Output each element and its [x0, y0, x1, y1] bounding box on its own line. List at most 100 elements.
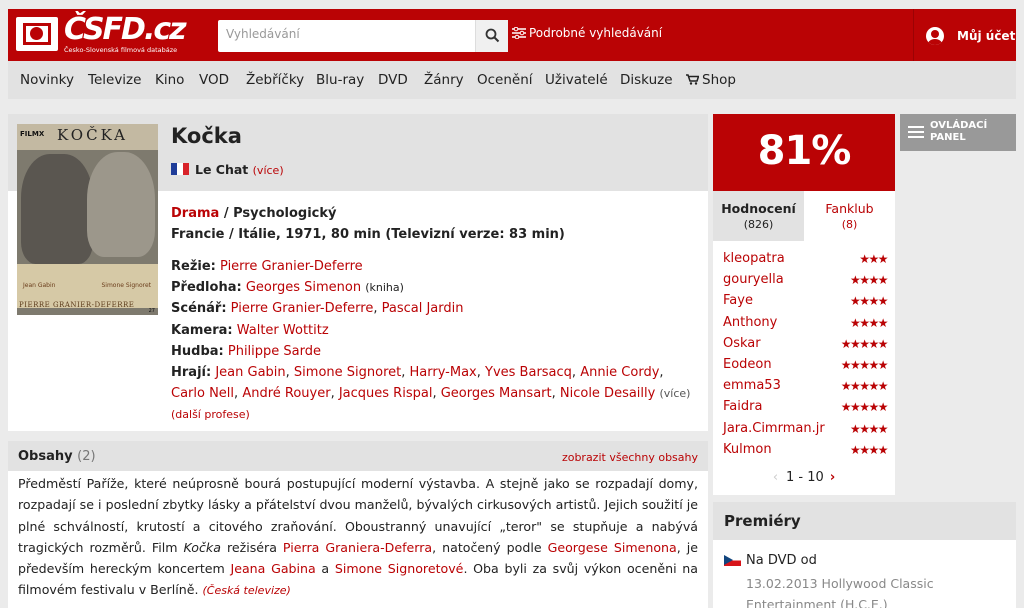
- cast-link[interactable]: Harry-Max: [410, 365, 477, 380]
- list-item: Kulmon ★★★★: [723, 440, 889, 461]
- cast-link[interactable]: Georges Mansart: [441, 386, 552, 401]
- user-link[interactable]: Jara.Cimrman.jr: [723, 421, 825, 436]
- plot-text: Předměstí Paříže, které neúprosně bourá …: [18, 476, 698, 598]
- premieres-box: Premiéry Na DVD od 13.02.2013 Hollywood …: [713, 502, 1016, 608]
- user-link[interactable]: gouryella: [723, 272, 784, 287]
- rating-value: 81%: [757, 128, 852, 174]
- chevron-right-icon[interactable]: ›: [830, 470, 835, 485]
- stars: ★★★★: [849, 421, 889, 436]
- plot-link[interactable]: Georgese Simenona: [548, 540, 677, 555]
- plot-link[interactable]: Pierra Graniera-Deferra: [283, 540, 432, 555]
- nav-item-vod[interactable]: VOD: [199, 72, 229, 88]
- film-title: Kočka: [171, 124, 242, 148]
- tab-ratings[interactable]: Hodnocení (826): [713, 191, 804, 241]
- list-item: kleopatra ★★★: [723, 249, 888, 270]
- cast-more-link[interactable]: (více): [659, 387, 690, 400]
- nav-item-zebricky[interactable]: Žebříčky: [246, 72, 304, 88]
- rating-box: 81% Hodnocení (826) Fanklub (8) kleopatra ★…: [713, 114, 895, 495]
- cast-link[interactable]: Jacques Rispal: [339, 386, 433, 401]
- list-item: gouryella ★★★★: [723, 270, 889, 291]
- crew-link[interactable]: Walter Wottitz: [237, 323, 329, 338]
- user-link[interactable]: Eodeon: [723, 357, 772, 372]
- film-origin: Francie / Itálie, 1971, 80 min (Televizn…: [171, 227, 565, 242]
- nav-item-novinky[interactable]: Novinky: [20, 72, 74, 88]
- menu-icon: [908, 126, 924, 138]
- cast-link[interactable]: Yves Barsacq: [485, 365, 572, 380]
- original-more-link[interactable]: (více): [253, 164, 284, 177]
- nav-item-uzivatele[interactable]: Uživatelé: [545, 72, 608, 88]
- user-link[interactable]: Anthony: [723, 315, 777, 330]
- list-item: emma53 ★★★★★: [723, 376, 889, 397]
- nav-item-dvd[interactable]: DVD: [378, 72, 408, 88]
- search-icon: [485, 28, 500, 43]
- account-button[interactable]: Můj účet: [913, 9, 1016, 61]
- film-info-box: FILMX KOČKA Jean Gabin Simone Signoret PI…: [8, 114, 708, 431]
- nav-item-televize[interactable]: Televize: [88, 72, 141, 88]
- stars: ★★★★: [849, 294, 889, 309]
- main-nav: Novinky Televize Kino VOD Žebříčky Blu-r…: [8, 61, 1016, 99]
- more-professions-link[interactable]: (další profese): [171, 408, 250, 421]
- ratings-pager: ‹ 1 - 10 ›: [772, 470, 836, 485]
- list-item: Faye ★★★★: [723, 291, 889, 312]
- plot-box: Obsahy (2) zobrazit všechny obsahy Předm…: [8, 441, 708, 608]
- user-link[interactable]: kleopatra: [723, 251, 785, 266]
- nav-item-zanry[interactable]: Žánry: [424, 72, 464, 88]
- stars: ★★★★: [849, 273, 889, 288]
- crew-link[interactable]: Pierre Granier-Deferre: [220, 259, 363, 274]
- user-icon: [926, 27, 944, 45]
- stars: ★★★★★: [840, 336, 889, 351]
- user-link[interactable]: emma53: [723, 378, 781, 393]
- tab-fanclub[interactable]: Fanklub (8): [804, 191, 895, 241]
- crew-link[interactable]: Pascal Jardin: [382, 301, 464, 316]
- search-button[interactable]: [475, 20, 508, 52]
- plot-link[interactable]: Jeana Gabina: [230, 561, 315, 576]
- cast-link[interactable]: Carlo Nell: [171, 386, 234, 401]
- control-panel-button[interactable]: OVLÁDACÍ PANEL: [900, 114, 1016, 151]
- crew-link[interactable]: Georges Simenon: [246, 280, 361, 295]
- cart-icon: [686, 74, 700, 85]
- user-link[interactable]: Faidra: [723, 399, 762, 414]
- czech-flag-icon: [724, 555, 741, 566]
- user-link[interactable]: Faye: [723, 293, 753, 308]
- stars: ★★★★★: [840, 379, 889, 394]
- cast-link[interactable]: Nicole Desailly: [560, 386, 655, 401]
- user-link[interactable]: Kulmon: [723, 442, 772, 457]
- plot-link[interactable]: Simone Signoretové: [335, 561, 464, 576]
- nav-item-bluray[interactable]: Blu-ray: [316, 72, 364, 88]
- chevron-left-icon[interactable]: ‹: [773, 470, 778, 485]
- plot-source-link[interactable]: (Česká televize): [202, 584, 290, 597]
- list-item: Eodeon ★★★★★: [723, 355, 889, 376]
- user-ratings-list: kleopatra ★★★ gouryella ★★★★ Faye ★★★★ Anth…: [723, 249, 889, 461]
- show-all-plots-link[interactable]: zobrazit všechny obsahy: [562, 451, 698, 464]
- crew-link[interactable]: Philippe Sarde: [228, 344, 321, 359]
- cast-link[interactable]: André Rouyer: [242, 386, 330, 401]
- list-item: Anthony ★★★★: [723, 313, 889, 334]
- stars: ★★★: [859, 252, 888, 266]
- crew-link[interactable]: Pierre Granier-Deferre: [231, 301, 374, 316]
- crew-list: Režie: Pierre Granier-Deferre Předloha: …: [171, 259, 691, 422]
- list-item: Oskar ★★★★★: [723, 334, 889, 355]
- list-item: Faidra ★★★★★: [723, 397, 889, 418]
- header-bar: ČSFD.cz Česko-Slovenská filmová databáze…: [8, 9, 1016, 61]
- cast-link[interactable]: Jean Gabin: [215, 365, 285, 380]
- film-poster[interactable]: FILMX KOČKA Jean Gabin Simone Signoret PI…: [17, 124, 158, 315]
- site-logo[interactable]: ČSFD.cz Česko-Slovenská filmová databáze: [16, 12, 187, 56]
- genre-drama-link[interactable]: Drama: [171, 206, 219, 221]
- cast-link[interactable]: Annie Cordy: [580, 365, 659, 380]
- nav-item-oceneni[interactable]: Ocenění: [477, 72, 533, 88]
- stars: ★★★★: [849, 315, 889, 330]
- advanced-search-link[interactable]: Podrobné vyhledávání: [512, 26, 662, 40]
- film-icon: [16, 17, 58, 51]
- sliders-icon: [512, 26, 526, 40]
- nav-item-kino[interactable]: Kino: [155, 72, 184, 88]
- nav-item-shop[interactable]: Shop: [686, 72, 736, 88]
- list-item: Jara.Cimrman.jr ★★★★: [723, 419, 889, 440]
- plot-title: Obsahy (2): [18, 449, 96, 464]
- original-title: Le Chat (více): [171, 162, 284, 177]
- cast-link[interactable]: Simone Signoret: [294, 365, 401, 380]
- nav-item-diskuze[interactable]: Diskuze: [620, 72, 673, 88]
- stars: ★★★★★: [840, 357, 889, 372]
- user-link[interactable]: Oskar: [723, 336, 761, 351]
- search-input[interactable]: [226, 27, 464, 41]
- search-box: [218, 20, 508, 52]
